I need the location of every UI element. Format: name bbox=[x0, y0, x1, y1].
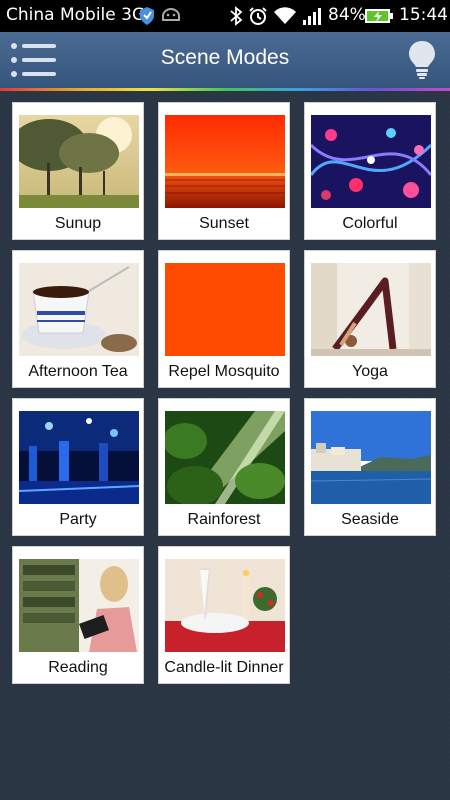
battery-charging-icon bbox=[364, 6, 394, 31]
reading-thumbnail bbox=[19, 559, 139, 652]
status-bar: China Mobile 3G 84% 15:44 bbox=[0, 0, 450, 32]
scene-label: Seaside bbox=[341, 511, 399, 528]
afternoon-tea-thumbnail bbox=[19, 263, 139, 356]
scene-card-sunup[interactable]: Sunup bbox=[12, 102, 144, 240]
scene-label: Rainforest bbox=[187, 511, 261, 528]
scene-label: Afternoon Tea bbox=[28, 363, 128, 380]
scene-card-sunset[interactable]: Sunset bbox=[158, 102, 290, 240]
scene-label: Colorful bbox=[342, 215, 398, 232]
alarm-icon bbox=[248, 6, 268, 31]
yoga-thumbnail bbox=[311, 263, 431, 356]
candle-lit-dinner-thumbnail bbox=[165, 559, 285, 652]
menu-list-icon bbox=[11, 43, 56, 77]
rainforest-thumbnail bbox=[165, 411, 285, 504]
wifi-icon bbox=[273, 6, 297, 31]
scene-label: Candle-lit Dinner bbox=[164, 659, 284, 676]
rainbow-divider bbox=[0, 88, 450, 91]
android-debug-icon bbox=[160, 6, 182, 29]
scene-label: Sunup bbox=[54, 215, 102, 232]
shield-icon bbox=[139, 6, 155, 31]
signal-icon bbox=[302, 6, 324, 31]
menu-button[interactable] bbox=[10, 41, 58, 79]
clock: 15:44 bbox=[399, 5, 448, 25]
scene-card-candle-lit-dinner[interactable]: Candle-lit Dinner bbox=[158, 546, 290, 684]
scene-card-repel-mosquito[interactable]: Repel Mosquito bbox=[158, 250, 290, 388]
page-title: Scene Modes bbox=[160, 46, 290, 69]
party-thumbnail bbox=[19, 411, 139, 504]
scene-label: Reading bbox=[48, 659, 108, 676]
title-bar: Scene Modes bbox=[0, 32, 450, 88]
scene-card-rainforest[interactable]: Rainforest bbox=[158, 398, 290, 536]
scene-label: Yoga bbox=[352, 363, 388, 380]
scene-card-afternoon-tea[interactable]: Afternoon Tea bbox=[12, 250, 144, 388]
carrier-name: China Mobile 3G bbox=[6, 5, 146, 25]
scene-card-yoga[interactable]: Yoga bbox=[304, 250, 436, 388]
scene-label: Party bbox=[59, 511, 97, 528]
repel-mosquito-thumbnail bbox=[165, 263, 285, 356]
scene-card-colorful[interactable]: Colorful bbox=[304, 102, 436, 240]
bluetooth-icon bbox=[229, 6, 243, 31]
scene-label: Repel Mosquito bbox=[168, 363, 280, 380]
scene-card-party[interactable]: Party bbox=[12, 398, 144, 536]
sunset-thumbnail bbox=[165, 115, 285, 208]
scene-card-seaside[interactable]: Seaside bbox=[304, 398, 436, 536]
sunup-thumbnail bbox=[19, 115, 139, 208]
scene-label: Sunset bbox=[199, 215, 249, 232]
seaside-thumbnail bbox=[311, 411, 431, 504]
colorful-thumbnail bbox=[311, 115, 431, 208]
battery-percent: 84% bbox=[328, 5, 366, 25]
light-bulb-icon bbox=[409, 41, 435, 79]
scene-card-reading[interactable]: Reading bbox=[12, 546, 144, 684]
light-bulb-button[interactable] bbox=[408, 40, 436, 80]
